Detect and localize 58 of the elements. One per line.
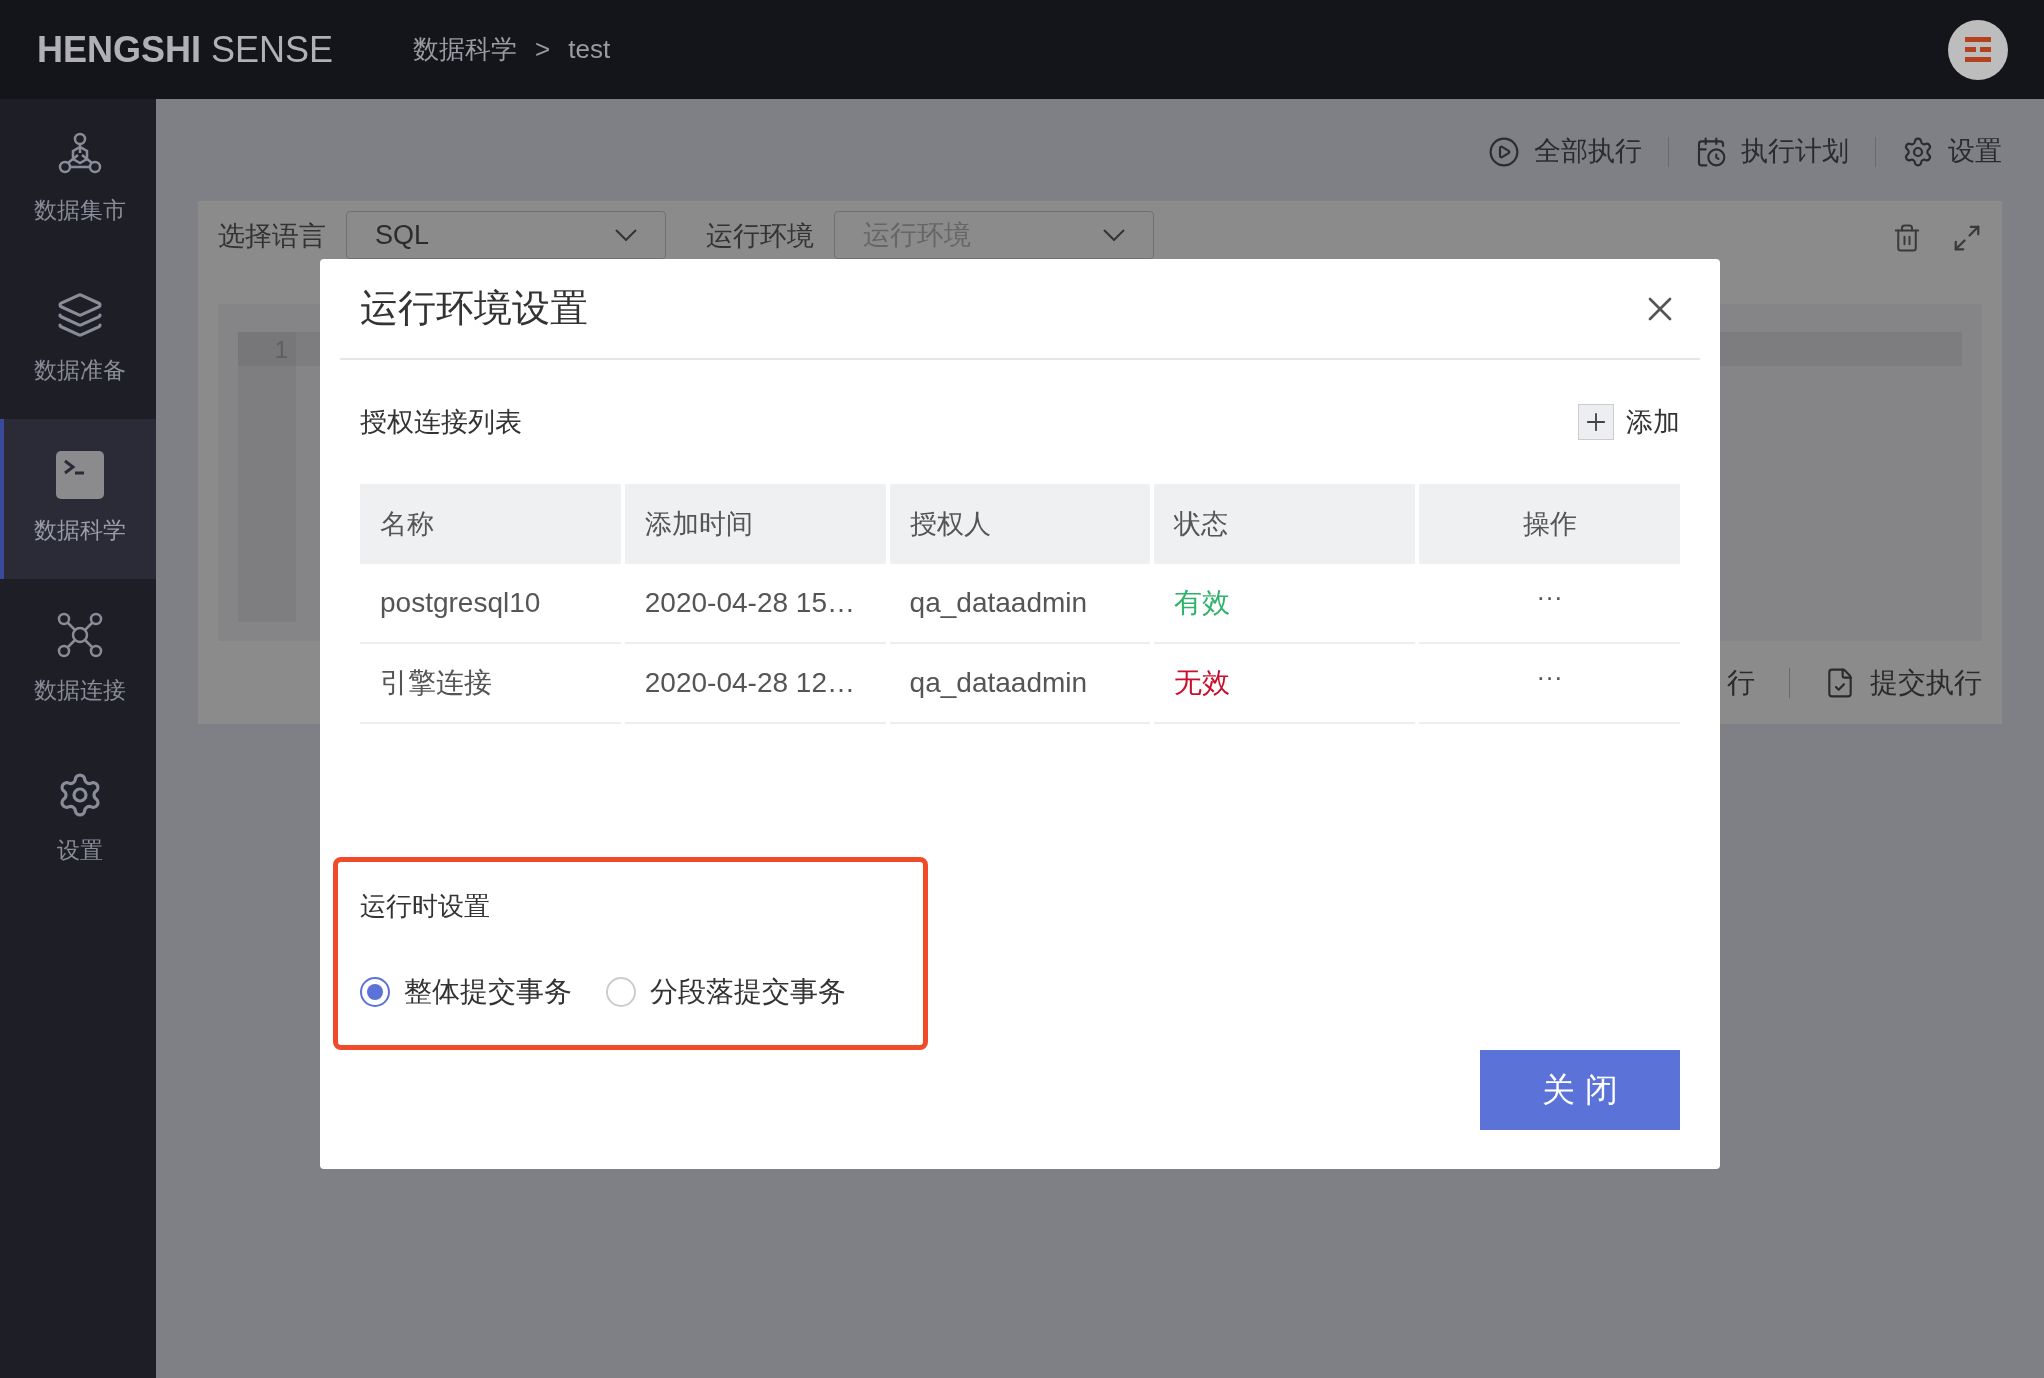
settings-icon [1902,135,1934,168]
table-cell: 2020-04-28 15… [624,564,886,644]
sidebar-item[interactable]: 数据科学 [0,419,156,579]
sidebar-label: 数据连接 [34,675,126,705]
expand-icon[interactable] [1952,223,1982,253]
column-header: 操作 [1419,484,1680,564]
chevron-down-icon [615,229,637,241]
toolbar-button[interactable]: 执行计划 [1695,131,1849,172]
table-cell: qa_dataadmin [889,564,1151,644]
field-label: 运行环境 [706,221,814,252]
section-title: 授权连接列表 [360,405,522,439]
status-text: 无效 [1174,666,1231,700]
table-cell: 2020-04-28 12… [624,644,886,724]
schedule-icon [1695,135,1727,168]
hub-icon [56,610,104,659]
delete-icon[interactable] [1892,223,1922,253]
close-dialog-button[interactable]: 关 闭 [1480,1050,1680,1130]
breadcrumb-separator: > [535,33,551,66]
radio-button[interactable] [606,977,636,1007]
table-cell: postgresql10 [360,564,621,644]
toolbar-button[interactable]: 全部执行 [1488,131,1642,172]
play-icon [1488,135,1520,168]
language-select[interactable]: SQL [346,211,666,259]
sidebar-item[interactable]: 数据连接 [0,579,156,739]
status-text: 有效 [1174,586,1231,620]
toolbar-button[interactable]: 设置 [1902,131,2002,172]
chevron-down-icon [1103,229,1125,241]
terminal-icon [56,450,104,499]
run-button[interactable]: 行 [1727,661,1755,704]
submit-button[interactable]: 提交执行 [1824,661,1982,704]
avatar-icon[interactable] [1948,19,2008,80]
sidebar-item[interactable]: 数据集市 [0,99,156,259]
sidebar-label: 设置 [57,835,103,865]
column-header: 状态 [1154,484,1416,564]
table-cell: 引擎连接 [360,644,621,724]
radio-label: 分段落提交事务 [650,975,846,1009]
add-icon [1578,404,1614,440]
stack-icon [56,290,104,339]
radio-label: 整体提交事务 [404,975,572,1009]
breadcrumb-link[interactable]: 数据科学 [413,30,518,69]
sidebar-item[interactable]: 设置 [0,739,156,899]
more-button[interactable]: ··· [1536,578,1563,617]
app-logo: HENGSHI SENSE [37,27,334,72]
dialog-title: 运行环境设置 [360,286,588,331]
column-header: 添加时间 [624,484,886,564]
table-cell: qa_dataadmin [889,644,1151,724]
sidebar-label: 数据集市 [34,195,126,225]
breadcrumb-current: test [568,33,611,66]
add-button[interactable]: 添加 [1578,401,1680,443]
column-header: 授权人 [889,484,1151,564]
radio-button[interactable] [360,977,390,1007]
field-label: 选择语言 [218,221,326,252]
sidebar-label: 数据科学 [34,515,126,545]
more-button[interactable]: ··· [1536,658,1563,697]
sidebar-label: 数据准备 [34,355,126,385]
sidebar-item[interactable]: 数据准备 [0,259,156,419]
column-header: 名称 [360,484,621,564]
section-title: 运行时设置 [360,890,491,923]
